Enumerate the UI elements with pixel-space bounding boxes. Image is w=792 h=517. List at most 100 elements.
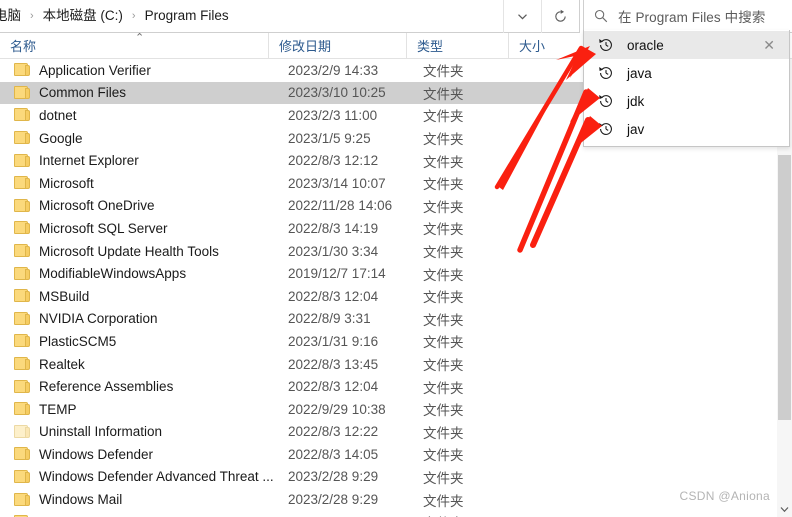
file-type-cell: 文件夹: [423, 290, 464, 306]
table-row[interactable]: Microsoft Update Health Tools 2023/1/30 3…: [0, 240, 792, 263]
file-name-cell: Microsoft: [39, 175, 94, 191]
breadcrumb-item-computer[interactable]: 电脑: [0, 4, 25, 28]
file-date-cell: 2022/9/29 10:38: [288, 401, 386, 417]
search-input[interactable]: 在 Program Files 中搜索: [618, 6, 765, 26]
table-row[interactable]: Uninstall Information 2022/8/3 12:22 文件夹: [0, 421, 792, 444]
file-type-cell: 文件夹: [423, 335, 464, 351]
table-row[interactable]: Microsoft 2023/3/14 10:07 文件夹: [0, 172, 792, 195]
scroll-down-icon[interactable]: [777, 501, 792, 517]
file-date-cell: 2023/1/5 9:25: [288, 130, 371, 146]
file-date-cell: 2022/8/3 12:04: [288, 288, 379, 304]
folder-icon: [14, 108, 30, 122]
column-header-name[interactable]: 名称 ⌃: [0, 32, 268, 59]
table-row[interactable]: Internet Explorer 2022/8/3 12:12 文件夹: [0, 149, 792, 172]
file-date-cell: 2023/1/30 3:34: [288, 243, 379, 259]
file-date-cell: 2023/2/28 9:29: [288, 492, 379, 508]
file-name-cell: ModifiableWindowsApps: [39, 266, 187, 282]
folder-icon: [14, 198, 30, 213]
table-row[interactable]: MSBuild 2022/8/3 12:04 文件夹: [0, 285, 792, 308]
file-date-cell: 2022/8/3 14:05: [288, 446, 379, 462]
folder-icon: [14, 334, 30, 348]
file-type-cell: 文件夹: [423, 109, 464, 125]
column-header-name-label: 名称: [10, 39, 37, 54]
file-type-cell: 文件夹: [423, 267, 464, 283]
column-header-date[interactable]: 修改日期: [268, 32, 406, 59]
folder-icon: [14, 63, 30, 77]
file-name-cell: MSBuild: [39, 288, 90, 304]
table-row[interactable]: Microsoft SQL Server 2022/8/3 14:19 文件夹: [0, 217, 792, 240]
search-history-item-oracle[interactable]: oracle ✕: [584, 31, 789, 59]
search-history-item-jdk[interactable]: jdk: [584, 87, 789, 115]
folder-icon: [14, 311, 30, 326]
file-name-cell: Windows Defender: [39, 446, 154, 462]
breadcrumb-item-local-disk[interactable]: 本地磁盘 (C:): [39, 4, 127, 28]
history-clock-icon: [594, 117, 618, 141]
file-date-cell: 2022/8/9 3:31: [288, 311, 371, 327]
table-row[interactable]: TEMP 2022/9/29 10:38 文件夹: [0, 398, 792, 421]
search-history-label: oracle: [627, 37, 664, 53]
file-date-cell: 2022/8/3 12:22: [288, 424, 379, 440]
table-row[interactable]: Windows Media Player2022/8/3 12:12文件夹: [0, 511, 792, 517]
breadcrumb-item-program-files[interactable]: Program Files: [141, 4, 233, 28]
file-name-cell: dotnet: [39, 107, 77, 123]
search-history-label: java: [627, 65, 652, 81]
close-icon[interactable]: ✕: [763, 38, 775, 52]
file-type-cell: 文件夹: [423, 403, 464, 419]
folder-icon: [14, 447, 30, 461]
file-explorer-window: 电脑 › 本地磁盘 (C:) › Program Files 在 Program…: [0, 0, 792, 517]
file-date-cell: 2022/11/28 14:06: [288, 198, 393, 214]
file-type-cell: 文件夹: [423, 512, 523, 517]
file-name-cell: PlasticSCM5: [39, 333, 117, 349]
file-type-cell: 文件夹: [423, 177, 464, 193]
search-box[interactable]: 在 Program Files 中搜索: [583, 0, 792, 33]
file-date-cell: 2022/8/3 12:12: [288, 153, 379, 169]
file-type-cell: 文件夹: [423, 312, 464, 328]
file-type-cell: 文件夹: [423, 245, 464, 261]
table-row[interactable]: Windows Mail 2023/2/28 9:29 文件夹: [0, 488, 792, 511]
file-name-cell: TEMP: [39, 401, 77, 417]
chevron-down-icon[interactable]: [503, 0, 541, 33]
column-header-type[interactable]: 类型: [406, 32, 508, 59]
column-header-date-label: 修改日期: [279, 39, 332, 54]
table-row[interactable]: Microsoft OneDrive 2022/11/28 14:06 文件夹: [0, 195, 792, 218]
table-row[interactable]: Windows Defender Advanced Threat ... 2023…: [0, 466, 792, 489]
file-type-cell: 文件夹: [423, 154, 464, 170]
folder-icon: [14, 244, 30, 258]
file-date-cell: 2019/12/7 17:14: [288, 266, 386, 282]
table-row[interactable]: PlasticSCM5 2023/1/31 9:16 文件夹: [0, 330, 792, 353]
search-icon: [584, 9, 618, 23]
file-date-cell: 2022/8/3 14:19: [288, 220, 379, 236]
file-date-cell: 2023/2/3 11:00: [288, 107, 378, 123]
folder-icon: [14, 424, 30, 439]
table-row[interactable]: ModifiableWindowsApps 2019/12/7 17:14 文件夹: [0, 262, 792, 285]
table-row[interactable]: Realtek 2022/8/3 13:45 文件夹: [0, 353, 792, 376]
refresh-icon[interactable]: [541, 0, 579, 33]
folder-icon: [14, 492, 30, 507]
folder-icon: [14, 379, 30, 394]
file-name-cell: Windows Defender Advanced Threat ...: [39, 469, 274, 485]
file-type-cell: 文件夹: [423, 380, 464, 396]
search-history-item-java[interactable]: java: [584, 59, 789, 87]
search-history-dropdown[interactable]: oracle ✕ java jdk jav: [583, 30, 790, 147]
column-header-size[interactable]: 大小: [508, 32, 578, 59]
file-name-cell: Microsoft OneDrive: [39, 198, 155, 214]
file-type-cell: 文件夹: [423, 425, 464, 441]
file-name-cell: Microsoft Update Health Tools: [39, 243, 219, 259]
folder-icon: [14, 153, 30, 168]
folder-icon: [14, 357, 30, 371]
folder-icon: [14, 85, 30, 100]
breadcrumb[interactable]: 电脑 › 本地磁盘 (C:) › Program Files: [0, 0, 503, 32]
file-date-cell: 2023/2/28 9:29: [288, 469, 379, 485]
table-row[interactable]: Reference Assemblies 2022/8/3 12:04 文件夹: [0, 375, 792, 398]
address-bar[interactable]: 电脑 › 本地磁盘 (C:) › Program Files: [0, 0, 580, 33]
file-type-cell: 文件夹: [423, 448, 464, 464]
table-row[interactable]: Windows Defender 2022/8/3 14:05 文件夹: [0, 443, 792, 466]
file-name-cell: Internet Explorer: [39, 153, 139, 169]
search-history-item-jav[interactable]: jav: [584, 115, 789, 143]
file-name-cell: Windows Mail: [39, 492, 123, 508]
file-type-cell: 文件夹: [423, 358, 464, 374]
table-row[interactable]: NVIDIA Corporation 2022/8/9 3:31 文件夹: [0, 308, 792, 331]
history-clock-icon: [594, 89, 618, 113]
folder-icon: [14, 176, 30, 190]
scrollbar-thumb[interactable]: [778, 155, 791, 420]
